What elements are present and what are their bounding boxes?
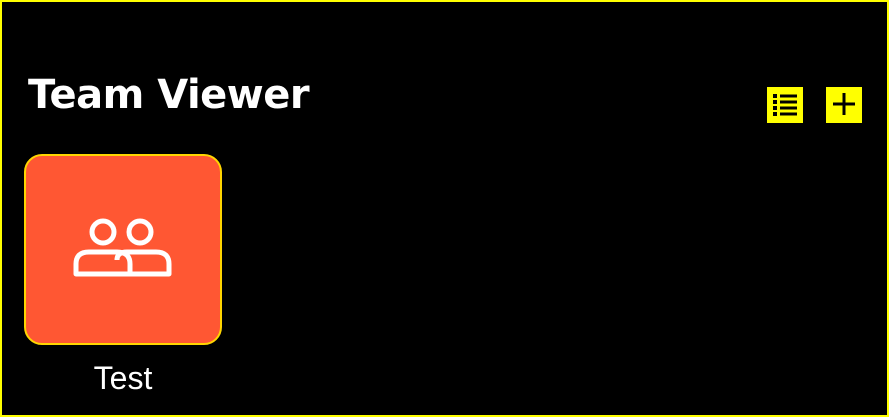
plus-icon: [831, 91, 857, 120]
team-name-label: Test: [93, 360, 153, 396]
team-card[interactable]: [24, 154, 222, 345]
page-title: Team Viewer: [28, 72, 310, 118]
add-team-button[interactable]: [826, 87, 862, 123]
list-icon: [771, 90, 799, 121]
team-viewer-panel: Team Viewer Test: [0, 0, 889, 417]
list-view-button[interactable]: [767, 87, 803, 123]
group-icon: [73, 216, 173, 284]
